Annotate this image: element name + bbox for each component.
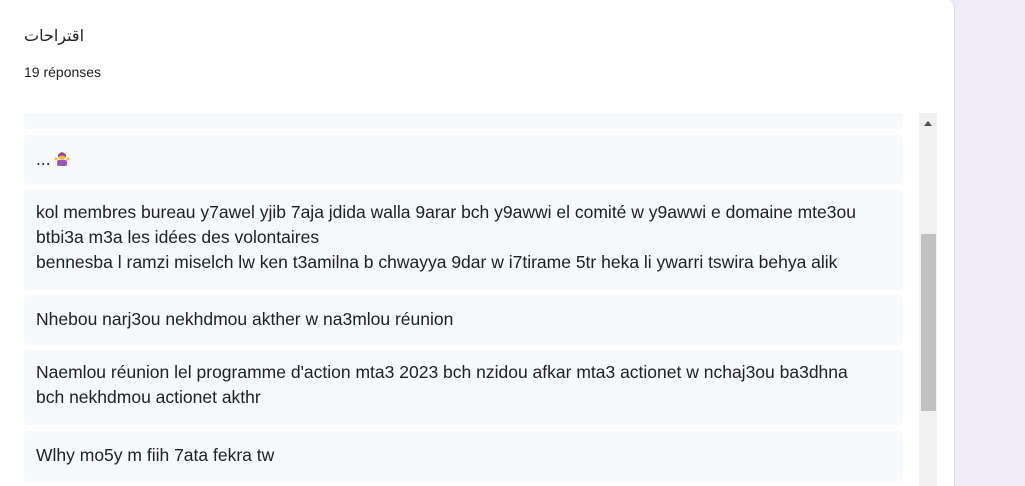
scroll-thumb[interactable] — [921, 234, 936, 411]
response-count: 19 réponses — [24, 64, 102, 80]
response-item-partial — [24, 113, 903, 129]
response-item: ... — [24, 135, 903, 184]
response-item: Naemlou réunion lel programme d'action m… — [24, 350, 903, 425]
response-item: Wlhy mo5y m fiih 7ata fekra tw — [24, 431, 903, 481]
response-text-line: bennesba l ramzi miselch lw ken t3amilna… — [36, 252, 838, 272]
question-title: اقتراحات — [24, 28, 85, 45]
response-list-scrollbar[interactable] — [919, 113, 937, 486]
response-item: Nhebou narj3ou nekhdmou akther w na3mlou… — [24, 295, 903, 345]
response-text: Wlhy mo5y m fiih 7ata fekra tw — [36, 445, 275, 465]
response-text: Nhebou narj3ou nekhdmou akther w na3mlou… — [36, 309, 454, 329]
response-list[interactable]: ... kol membres bureau y7awel yjib 7aja … — [24, 113, 903, 486]
woman-shrugging-emoji-icon — [54, 152, 70, 166]
response-text-line: btbi3a m3a les idées des volontaires — [36, 227, 320, 247]
scroll-up-arrow-icon[interactable] — [919, 113, 937, 133]
response-text-line: Naemlou réunion lel programme d'action m… — [36, 362, 848, 382]
response-text-line: kol membres bureau y7awel yjib 7aja jdid… — [36, 202, 856, 222]
response-card: اقتراحات 19 réponses ... kol membres bur… — [0, 0, 955, 486]
response-item: kol membres bureau y7awel yjib 7aja jdid… — [24, 190, 903, 290]
response-text: ... — [36, 149, 51, 169]
response-text-line: bch nekhdmou actionet akthr — [36, 387, 261, 407]
